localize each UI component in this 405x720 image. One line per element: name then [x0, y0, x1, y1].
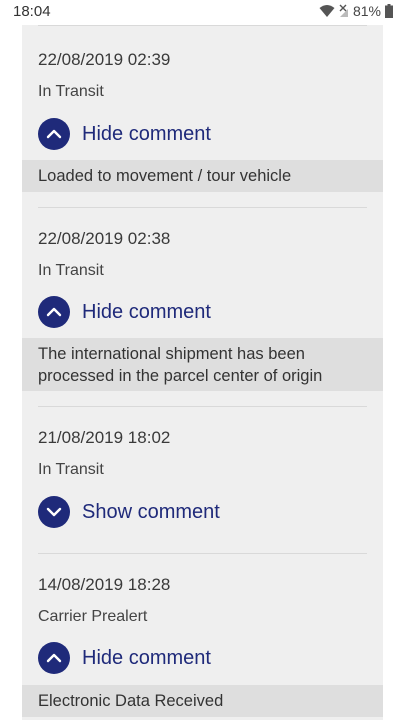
event-date: 21/08/2019 18:02: [38, 428, 171, 447]
chevron-down-icon: [38, 496, 70, 528]
show-comment-button[interactable]: Show comment: [38, 495, 220, 529]
chevron-up-icon: [38, 118, 70, 150]
divider: [38, 25, 367, 26]
toggle-label: Hide comment: [82, 646, 211, 669]
hide-comment-button[interactable]: Hide comment: [38, 295, 211, 329]
toggle-label: Show comment: [82, 500, 220, 523]
status-icons: 81%: [319, 3, 393, 19]
no-signal-icon: [339, 4, 349, 18]
hide-comment-button[interactable]: Hide comment: [38, 641, 211, 675]
toggle-label: Hide comment: [82, 300, 211, 323]
event-comment: The international shipment has been proc…: [22, 338, 383, 391]
battery-percentage: 81%: [352, 3, 381, 19]
event-date: 22/08/2019 02:39: [38, 50, 171, 69]
status-bar: 18:04 81%: [0, 0, 405, 25]
event-date: 14/08/2019 18:28: [38, 575, 171, 594]
event-status: In Transit: [38, 461, 104, 478]
event-date: 22/08/2019 02:38: [38, 229, 171, 248]
hide-comment-button[interactable]: Hide comment: [38, 117, 211, 151]
event-comment: Loaded to movement / tour vehicle: [22, 160, 383, 192]
status-time: 18:04: [13, 3, 51, 20]
tracking-history-panel: 22/08/2019 02:39 In Transit Hide comment…: [22, 25, 383, 720]
divider: [38, 207, 367, 208]
event-comment: Electronic Data Received: [22, 685, 383, 717]
battery-icon: [385, 4, 393, 18]
toggle-label: Hide comment: [82, 122, 211, 145]
event-status: In Transit: [38, 262, 104, 279]
chevron-up-icon: [38, 296, 70, 328]
divider: [38, 406, 367, 407]
event-status: Carrier Prealert: [38, 608, 148, 625]
wifi-icon: [319, 4, 335, 18]
chevron-up-icon: [38, 642, 70, 674]
divider: [38, 553, 367, 554]
event-status: In Transit: [38, 83, 104, 100]
